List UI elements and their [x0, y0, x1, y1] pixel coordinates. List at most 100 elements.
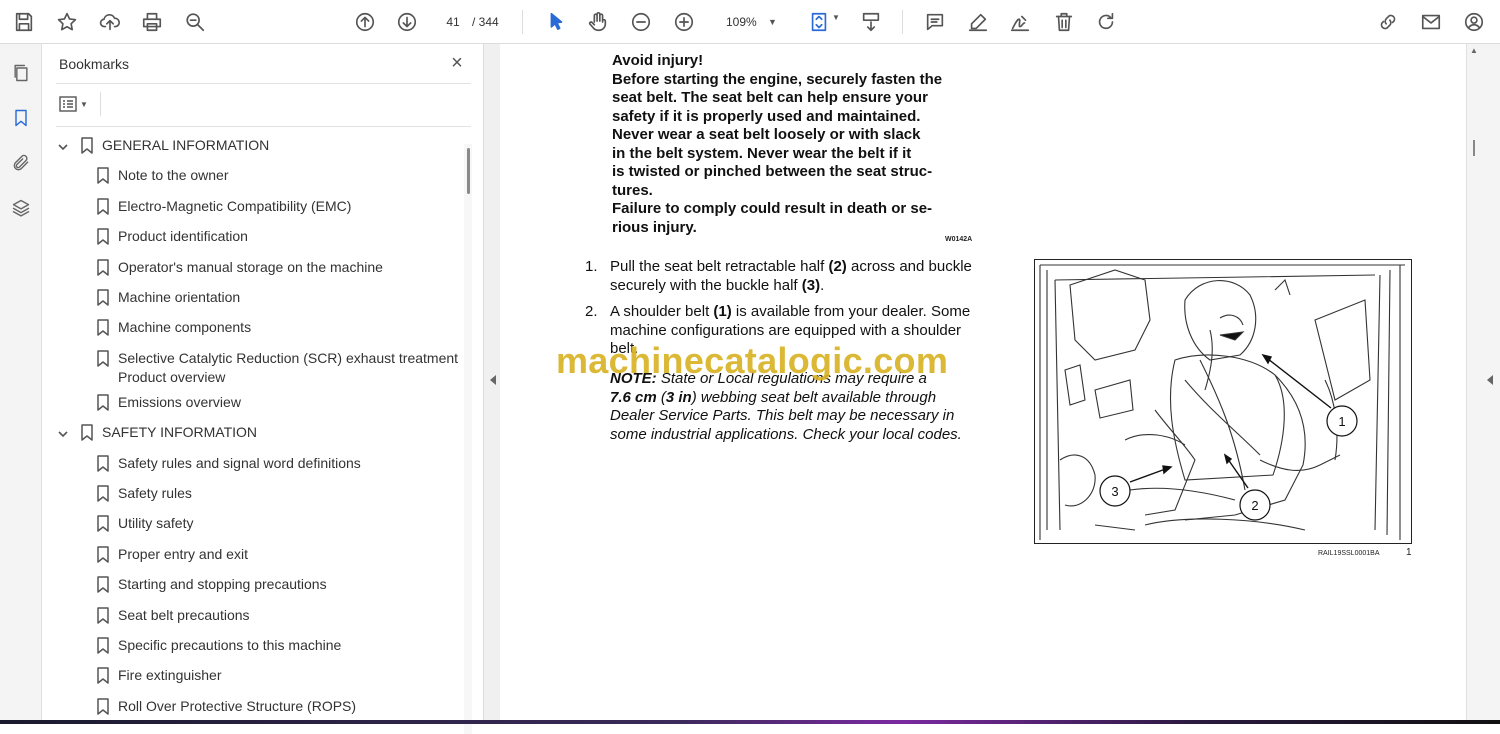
- account-icon[interactable]: [1460, 8, 1488, 36]
- chevron-down-icon[interactable]: [57, 426, 69, 438]
- warning-line: rious injury.: [612, 218, 697, 236]
- callout-2-label: 2: [1251, 498, 1258, 513]
- bookmark-label: Safety rules and signal word definitions: [118, 454, 361, 471]
- panel-divider: [56, 83, 471, 84]
- bookmark-label: Operator's manual storage on the machine: [118, 258, 383, 275]
- bookmark-icon: [97, 667, 109, 685]
- chevron-down-icon[interactable]: [57, 139, 69, 151]
- close-icon[interactable]: ×: [446, 52, 468, 75]
- bookmark-label: Utility safety: [118, 515, 194, 532]
- bookmark-icon: [97, 606, 109, 624]
- toolbar-divider: [522, 10, 523, 34]
- bookmark-label: Selective Catalytic Reduction (SCR) exha…: [118, 349, 462, 366]
- comment-icon[interactable]: [921, 8, 949, 36]
- operator-seat-drawing: 1 2 3: [1039, 264, 1405, 540]
- bookmark-options-button[interactable]: ▼: [59, 94, 93, 114]
- email-icon[interactable]: [1417, 8, 1445, 36]
- bookmark-label: Proper entry and exit: [118, 545, 248, 562]
- upload-icon[interactable]: [96, 8, 124, 36]
- bookmark-label: Machine components: [118, 319, 252, 336]
- bookmark-tree: GENERAL INFORMATION Note to the owner Elec…: [42, 130, 462, 720]
- note-line: some industrial applications. Check your…: [610, 425, 962, 443]
- bookmark-icon: [97, 289, 109, 306]
- zoom-level[interactable]: 109%: [726, 10, 786, 34]
- bookmark-icon: [97, 198, 109, 215]
- warning-line: safety if it is properly used and mainta…: [612, 107, 921, 125]
- bookmarks-icon[interactable]: [8, 105, 34, 131]
- attachments-icon[interactable]: [8, 150, 34, 176]
- highlight-pen-icon[interactable]: [964, 8, 992, 36]
- toolbar-divider: [100, 92, 101, 116]
- bookmark-label: Product overview: [118, 368, 226, 385]
- note-line: 7.6 cm (3 in) webbing seat belt availabl…: [610, 388, 937, 406]
- figure-code: RAIL19SSL0001BA: [1318, 550, 1380, 557]
- navigation-rail: [0, 44, 42, 720]
- step-text-line: securely with the buckle half (3).: [610, 276, 825, 294]
- bookmark-label: Machine orientation: [118, 289, 241, 305]
- hand-icon[interactable]: [584, 8, 612, 36]
- share-link-icon[interactable]: [1374, 8, 1402, 36]
- rotate-icon[interactable]: [1092, 8, 1120, 36]
- bookmark-label: Product identification: [118, 228, 248, 245]
- bookmark-label: SAFETY INFORMATION: [102, 424, 258, 441]
- step-text-line: machine configurations are equipped with…: [610, 321, 962, 339]
- chevron-down-icon: ▼: [80, 99, 88, 109]
- select-cursor-icon[interactable]: [542, 8, 570, 36]
- bookmark-icon: [97, 637, 109, 654]
- save-icon[interactable]: [10, 8, 38, 36]
- bookmark-icon: [97, 698, 109, 715]
- callout-1-label: 1: [1338, 414, 1345, 429]
- pages-icon[interactable]: [8, 60, 34, 86]
- bookmark-icon: [97, 319, 109, 337]
- layers-icon[interactable]: [8, 195, 34, 221]
- main-toolbar: 41 / 344 109% ▼ ▼: [0, 0, 1500, 44]
- print-icon[interactable]: [138, 8, 166, 36]
- bookmark-label: Seat belt precautions: [118, 606, 250, 623]
- delete-icon[interactable]: [1050, 8, 1078, 36]
- bookmark-label: Specific precautions to this machine: [118, 637, 342, 653]
- zoom-search-icon[interactable]: [181, 8, 209, 36]
- expand-tools-icon[interactable]: [1487, 375, 1493, 385]
- step-number: 2.: [585, 303, 598, 320]
- bookmark-label: GENERAL INFORMATION: [102, 137, 270, 153]
- scrollbar-track[interactable]: [464, 144, 472, 734]
- figure-callouts: 1 2 3: [1099, 405, 1358, 521]
- warning-code: W0142A: [945, 236, 973, 243]
- bookmark-label: Electro-Magnetic Compatibility (EMC): [118, 197, 352, 214]
- page-down-icon[interactable]: [393, 8, 421, 36]
- page-number-input[interactable]: 41: [438, 10, 468, 34]
- bookmark-label: Note to the owner: [118, 167, 229, 184]
- warning-line: in the belt system. Never wear the belt …: [612, 144, 912, 162]
- collapse-panel-icon[interactable]: [490, 375, 496, 385]
- zoom-in-icon[interactable]: [670, 8, 698, 36]
- warning-line: is twisted or pinched between the seat s…: [612, 163, 933, 180]
- note-line: Dealer Service Parts. This belt may be n…: [610, 407, 955, 424]
- scroll-mode-icon[interactable]: [857, 8, 885, 36]
- page-total: / 344: [472, 15, 499, 29]
- panel-divider: [56, 126, 471, 127]
- scrollbar-thumb[interactable]: [467, 148, 470, 194]
- document-scrollbar-thumb[interactable]: [1473, 140, 1475, 156]
- bookmark-icon: [97, 228, 109, 245]
- bookmark-label: Fire extinguisher: [118, 667, 222, 684]
- zoom-out-icon[interactable]: [627, 8, 655, 36]
- bookmark-label: Roll Over Protective Structure (ROPS): [118, 697, 357, 714]
- bookmark-icon: [97, 350, 109, 367]
- taskbar-edge: [0, 720, 1500, 724]
- scroll-up-icon[interactable]: ▲: [1470, 46, 1480, 56]
- fit-page-icon[interactable]: [805, 8, 833, 36]
- page-up-icon[interactable]: [351, 8, 379, 36]
- warning-line: Before starting the engine, securely fas…: [612, 70, 943, 88]
- star-icon[interactable]: [53, 8, 81, 36]
- bookmark-icon: [97, 546, 109, 563]
- right-tools-strip: [1466, 44, 1500, 720]
- zoom-dropdown-icon[interactable]: ▼: [768, 10, 777, 34]
- bookmark-icon: [97, 485, 109, 502]
- fit-dropdown-icon[interactable]: ▼: [832, 13, 840, 22]
- callout-3-label: 3: [1111, 484, 1118, 499]
- warning-line: Avoid injury!: [612, 52, 704, 69]
- bookmark-label: Safety rules: [118, 485, 192, 501]
- step-text-line: A shoulder belt (1) is available from yo…: [610, 303, 971, 320]
- sign-icon[interactable]: [1006, 8, 1034, 36]
- warning-line: Failure to comply could result in death …: [612, 200, 933, 217]
